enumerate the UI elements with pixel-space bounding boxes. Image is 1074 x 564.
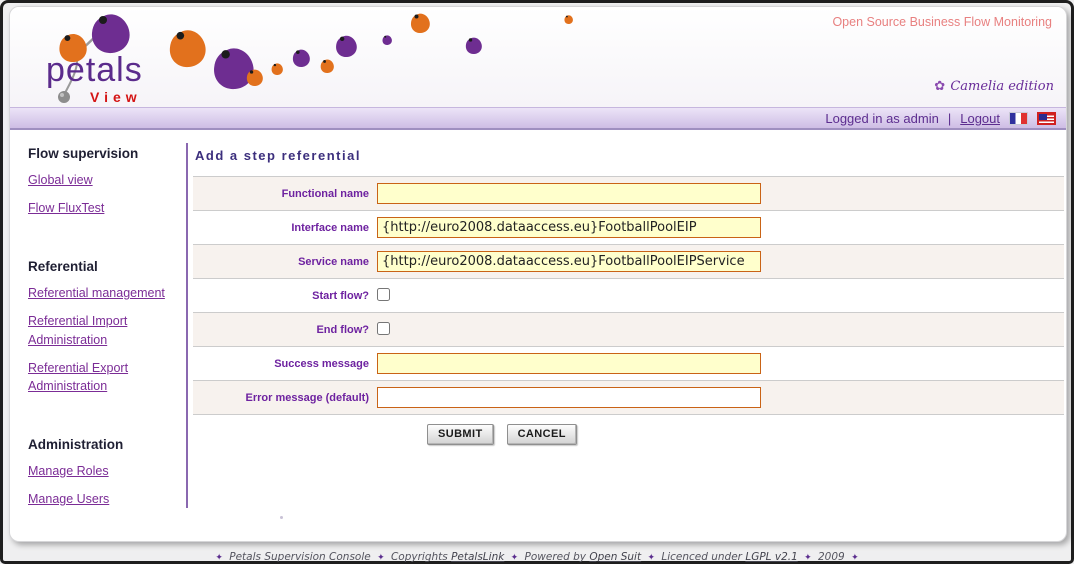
footer-copyrights-text: Copyrights [390, 551, 448, 563]
petalslink-link[interactable]: PetalsLink [451, 551, 504, 563]
functional-name-field[interactable] [377, 183, 761, 204]
flag-france-icon[interactable] [1009, 111, 1028, 125]
start-flow-label: Start flow? [312, 289, 369, 302]
main-area: Flow supervision Global view Flow FluxTe… [10, 130, 1066, 540]
sidebar-item-manage-users[interactable]: Manage Users [28, 490, 176, 508]
stray-dot-decoration [280, 516, 283, 519]
form-row-end-flow: End flow? [193, 313, 1064, 347]
page-title: Add a step referential [195, 148, 361, 163]
footer-diamond-icon: ✦ [804, 553, 812, 563]
end-flow-label: End flow? [316, 323, 369, 336]
start-flow-checkbox[interactable] [377, 287, 390, 301]
petal-decoration-icon [169, 13, 573, 90]
form-row-service-name: Service name [193, 245, 1064, 279]
error-message-label: Error message (default) [245, 391, 369, 404]
form-row-functional-name: Functional name [193, 177, 1064, 211]
service-name-field[interactable] [377, 251, 761, 272]
submit-button[interactable]: SUBMIT [427, 424, 494, 445]
end-flow-checkbox[interactable] [377, 321, 390, 335]
cancel-button[interactable]: CANCEL [506, 424, 577, 445]
login-bar: Logged in as admin | Logout [10, 107, 1066, 130]
sidebar-item-manage-roles[interactable]: Manage Roles [28, 462, 176, 480]
logo-sub-text: View [90, 89, 142, 105]
sidebar-heading-flow-supervision: Flow supervision [28, 146, 139, 161]
flag-us-icon[interactable] [1037, 111, 1056, 125]
footer-diamond-icon: ✦ [851, 553, 859, 563]
sidebar-item-referential-export-administration[interactable]: Referential Export Administration [28, 359, 176, 395]
interface-name-field[interactable] [377, 217, 761, 238]
form-row-interface-name: Interface name [193, 211, 1064, 245]
sidebar-item-flow-fluxtest[interactable]: Flow FluxTest [28, 199, 176, 217]
open-suit-link[interactable]: Open Suit [589, 551, 641, 563]
service-name-label: Service name [298, 255, 369, 268]
step-referential-form: Functional name Interface name Service n… [193, 176, 1064, 415]
tagline-text: Open Source Business Flow Monitoring [832, 15, 1052, 29]
success-message-field[interactable] [377, 353, 761, 374]
footer-licence-text: Licenced under [661, 551, 742, 563]
interface-name-label: Interface name [291, 221, 369, 234]
functional-name-label: Functional name [281, 187, 369, 200]
footer-diamond-icon: ✦ [377, 553, 385, 563]
sidebar-item-referential-import-administration[interactable]: Referential Import Administration [28, 312, 176, 348]
sidebar-item-global-view[interactable]: Global view [28, 171, 176, 189]
camelia-flower-icon: ✿ [934, 79, 946, 94]
footer: ✦ Petals Supervision Console ✦ Copyright… [3, 551, 1071, 563]
footer-year-text: 2009 [818, 551, 845, 563]
sidebar-heading-referential: Referential [28, 259, 98, 275]
edition-text: Camelia edition [950, 79, 1054, 94]
footer-diamond-icon: ✦ [647, 553, 655, 563]
footer-diamond-icon: ✦ [215, 553, 223, 563]
login-status-text: Logged in as admin [825, 110, 939, 126]
lgpl-link[interactable]: LGPL v2.1 [745, 551, 797, 563]
petals-view-window: { "header": { "logo_brand": "petals", "l… [0, 0, 1074, 564]
logo-brand-text: petals [46, 51, 143, 89]
footer-console-text: Petals Supervision Console [229, 551, 371, 563]
login-separator: | [947, 110, 952, 126]
form-content: Add a step referential Functional name I… [188, 130, 1066, 540]
sidebar: Flow supervision Global view Flow FluxTe… [10, 130, 186, 540]
success-message-label: Success message [274, 357, 369, 370]
logout-link[interactable]: Logout [960, 111, 1000, 126]
error-message-field[interactable] [377, 387, 761, 408]
sidebar-heading-administration: Administration [28, 436, 124, 452]
form-row-error-message: Error message (default) [193, 381, 1064, 415]
app-panel: petals View Open Source Business Flow Mo… [9, 6, 1067, 542]
footer-diamond-icon: ✦ [510, 553, 519, 563]
form-actions: SUBMIT CANCEL [193, 415, 1064, 459]
sidebar-item-referential-management[interactable]: Referential management [28, 284, 176, 302]
form-row-start-flow: Start flow? [193, 279, 1064, 313]
footer-powered-text: Powered by [524, 551, 587, 563]
form-row-success-message: Success message [193, 347, 1064, 381]
app-header: petals View Open Source Business Flow Mo… [10, 7, 1066, 107]
edition-label: ✿ Camelia edition [934, 79, 1054, 94]
